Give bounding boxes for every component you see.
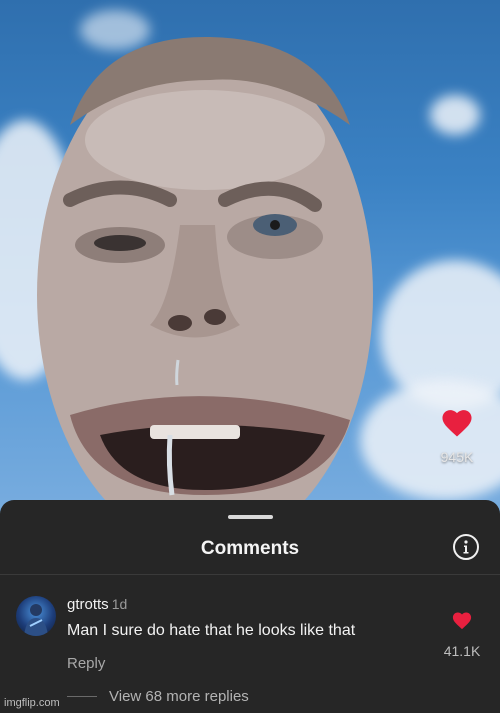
watermark: imgflip.com xyxy=(4,697,60,709)
cloud xyxy=(430,95,480,135)
avatar[interactable] xyxy=(16,596,56,636)
video-like-action[interactable]: 945K xyxy=(432,406,482,465)
info-button[interactable] xyxy=(453,534,479,560)
comment-like-action[interactable]: 41.1K xyxy=(440,610,484,659)
comment-likes-count: 41.1K xyxy=(443,643,481,659)
comments-title: Comments xyxy=(200,538,300,559)
video-subject-face xyxy=(30,25,390,520)
comment-body: gtrotts 1d Man I sure do hate that he loo… xyxy=(67,596,355,672)
sheet-grabber[interactable] xyxy=(228,515,273,519)
heart-icon[interactable] xyxy=(439,406,475,438)
replies-divider-line xyxy=(67,696,97,697)
comment-text: Man I sure do hate that he looks like th… xyxy=(67,622,356,639)
info-icon xyxy=(463,540,469,554)
view-more-replies-label: View 68 more replies xyxy=(109,688,249,705)
heart-icon[interactable] xyxy=(451,610,473,630)
header-divider xyxy=(0,574,500,575)
view-more-replies-button[interactable]: View 68 more replies xyxy=(67,688,249,705)
video-player[interactable]: 945K xyxy=(0,0,500,520)
comment-timestamp: 1d xyxy=(111,596,128,612)
comments-sheet: Comments gtrotts 1d Man I sure do hate th… xyxy=(0,500,500,713)
comment-username[interactable]: gtrotts xyxy=(67,596,109,613)
reply-button[interactable]: Reply xyxy=(67,655,355,672)
video-likes-count: 945K xyxy=(440,449,474,465)
